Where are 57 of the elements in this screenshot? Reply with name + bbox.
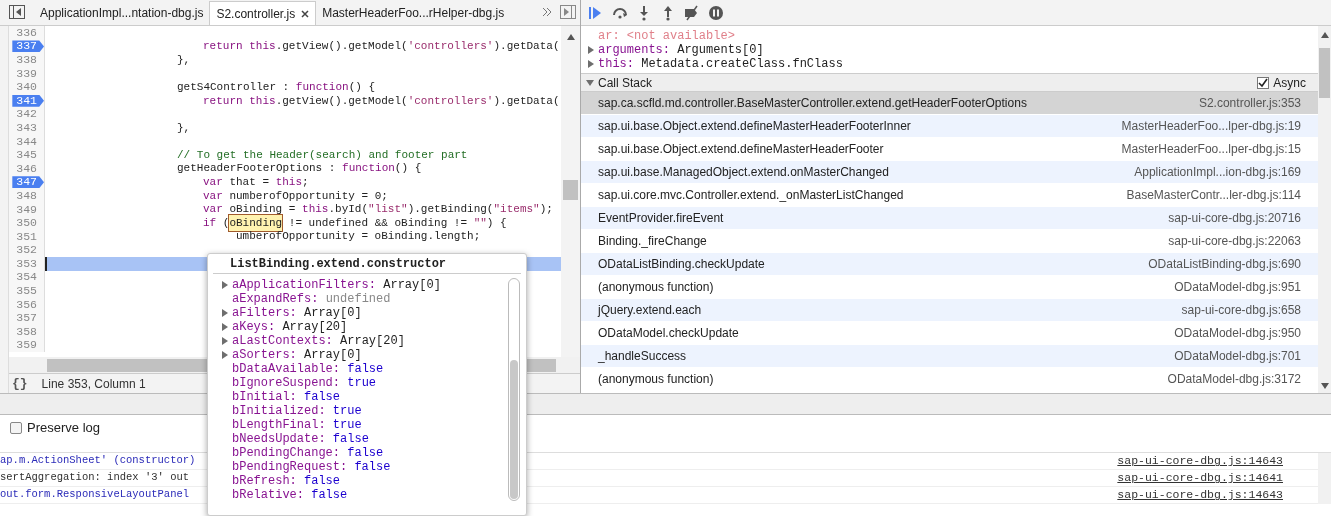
cursor-position: Line 353, Column 1 — [41, 375, 146, 393]
source-link[interactable]: sap-ui-core-dbg.js:14641 — [1117, 469, 1283, 487]
close-icon[interactable] — [301, 9, 310, 18]
code-line: }, — [176, 121, 192, 135]
source-link[interactable]: sap-ui-core-dbg.js:14643 — [1117, 486, 1283, 504]
code-line: return this.getView().getModel('controllers').getData( — [202, 39, 561, 54]
line-number[interactable]: 341 — [12, 94, 44, 107]
code-line: var numberofOpportunity = 0; — [202, 189, 389, 203]
call-frame[interactable]: EventProvider.fireEvent sap-ui-core-dbg.js:20716 — [581, 207, 1318, 230]
scroll-down-icon[interactable] — [1320, 383, 1329, 389]
code-line: // To get the Header(search) and footer part — [176, 148, 469, 162]
source-link[interactable]: sap-ui-core-dbg.js:14643 — [1117, 452, 1283, 470]
line-number[interactable]: 347 — [12, 176, 44, 189]
scrollbar-thumb[interactable] — [510, 360, 518, 499]
code-line: getHeaderFooterOptions : function() { — [176, 161, 423, 176]
scrollbar-track[interactable] — [1318, 453, 1331, 504]
code-line: if (oBinding != undefined && oBinding != "") { — [45, 216, 561, 230]
scrollbar-thumb[interactable] — [563, 180, 578, 200]
call-frame[interactable]: _handleSuccess ODataModel-dbg.js:701 — [581, 345, 1318, 368]
code-line: getS4Controller : function() { — [176, 80, 377, 94]
code-line: var oBinding = this.byId("list").getBinding("items"); — [202, 202, 554, 217]
async-checkbox[interactable] — [1257, 76, 1270, 89]
scroll-up-icon[interactable] — [1320, 32, 1329, 38]
file-tab[interactable]: MasterHeaderFoo...rHelper-dbg.js — [316, 1, 511, 25]
collapse-icon[interactable] — [586, 78, 594, 87]
expand-icon[interactable] — [221, 309, 229, 317]
line-number[interactable]: 337 — [12, 40, 44, 53]
call-frame[interactable]: sap.ui.base.Object.extend.defineMasterHeaderFooterInner MasterHeaderFoo...lper-dbg.js:19 — [581, 115, 1318, 138]
call-frame[interactable]: sap.ca.scfld.md.controller.BaseMasterController.extend.getHeaderFooterOptions S2.controller.js:353 — [581, 92, 1318, 115]
debugger-toggle-icon[interactable] — [560, 5, 576, 19]
code-line: umberofOpportunity = oBinding.length; — [235, 229, 482, 244]
code-line: var that = this; — [202, 175, 310, 190]
console-message: ap.m.ActionSheet' (constructor) — [0, 453, 196, 469]
call-frame[interactable]: sap.ui.base.ManagedObject.extend.onMasterChanged ApplicationImpl...ion-dbg.js:169 — [581, 161, 1318, 184]
more-tabs-icon[interactable] — [542, 7, 552, 17]
file-tab[interactable]: S2.controller.js — [209, 1, 317, 25]
console-message: sertAggregation: index '3' out — [0, 470, 190, 486]
expand-icon[interactable] — [587, 60, 595, 68]
async-label: Async — [1273, 74, 1306, 92]
expand-icon[interactable] — [221, 337, 229, 345]
scrollbar-thumb[interactable] — [1319, 48, 1330, 98]
console-message: out.form.ResponsiveLayoutPanel — [0, 487, 190, 503]
preserve-log-label: Preserve log — [27, 418, 100, 437]
popover-title: ListBinding.extend.constructor — [230, 255, 447, 273]
expand-icon[interactable] — [221, 323, 229, 331]
call-frame[interactable]: jQuery.extend.each sap-ui-core-dbg.js:658 — [581, 299, 1318, 322]
sidebar-toggle-icon[interactable] — [9, 5, 25, 19]
code-line: }, — [176, 53, 192, 67]
section-title[interactable]: Call Stack — [598, 73, 653, 92]
expand-icon[interactable] — [587, 46, 595, 54]
preserve-log-checkbox[interactable] — [10, 421, 22, 434]
scroll-up-icon[interactable] — [566, 34, 575, 40]
pretty-print-button[interactable]: {} — [12, 373, 28, 394]
code-line: return this.getView().getModel('controllers').getData( — [202, 93, 561, 108]
file-tab[interactable]: ApplicationImpl...ntation-dbg.js — [34, 1, 210, 25]
expand-icon[interactable] — [221, 281, 229, 289]
call-frame[interactable]: ODataListBinding.checkUpdate ODataListBinding-dbg.js:690 — [581, 253, 1318, 276]
